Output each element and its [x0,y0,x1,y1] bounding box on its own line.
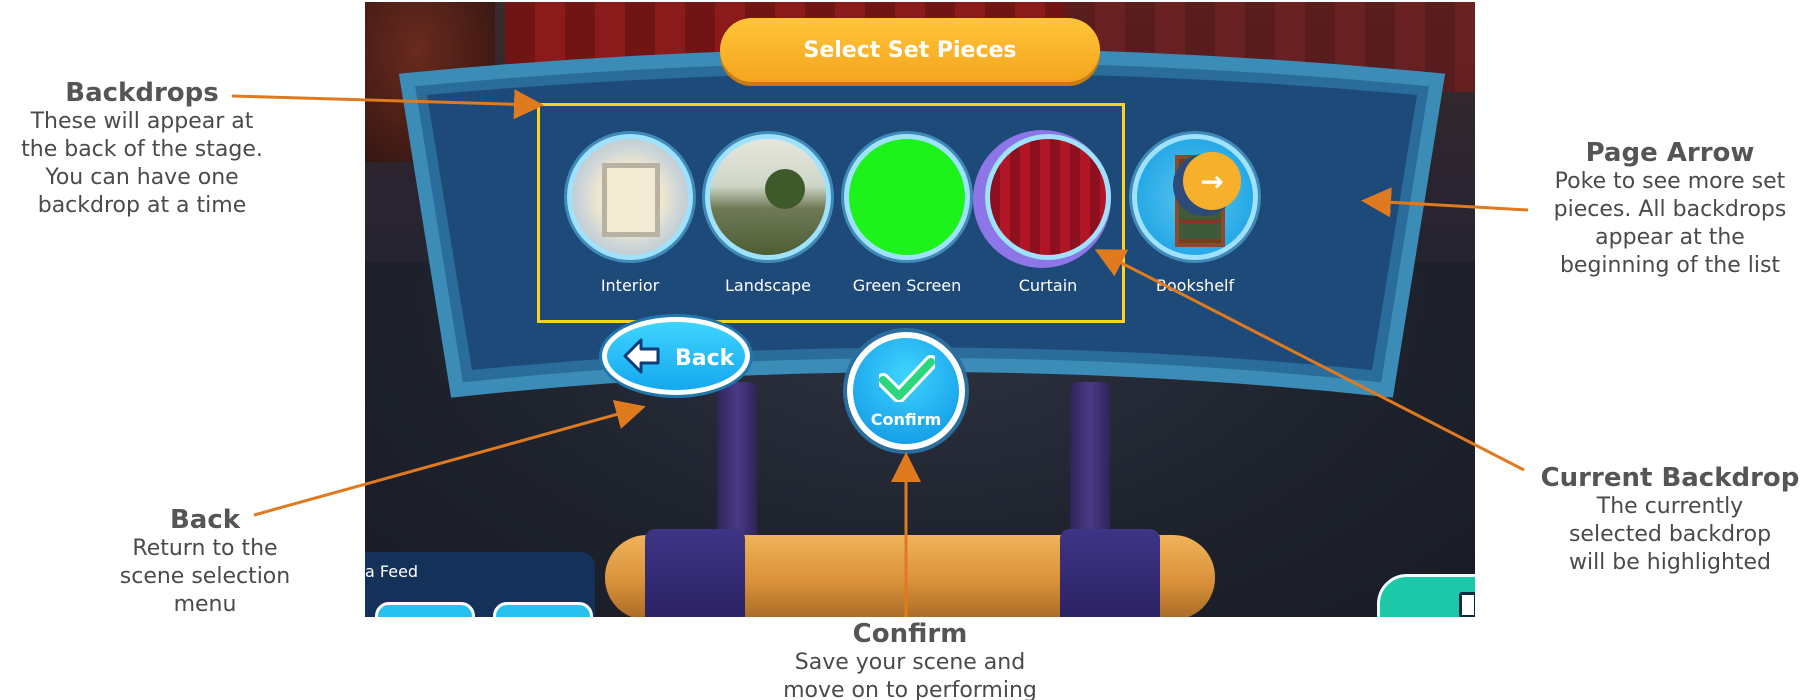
annotation-title: Backdrops [65,78,219,108]
annotation-confirm: Confirm Save your scene and move on to p… [770,619,1050,700]
annotation-line: Return to the [132,536,278,561]
annotation-line: move on to performing [783,678,1037,700]
annotation-line: the back of the stage. [21,137,263,162]
annotation-title: Page Arrow [1585,138,1755,168]
annotation-line: pieces. All backdrops [1553,197,1787,222]
annotation-line: appear at the [1595,225,1745,250]
arrow-current-backdrop [1094,249,1525,472]
annotation-current-backdrop: Current Backdrop The currently selected … [1530,463,1810,577]
annotation-title: Current Backdrop [1540,463,1800,493]
annotation-line: Poke to see more set [1554,169,1786,194]
arrow-back [253,399,646,517]
annotation-backdrops: Backdrops These will appear at the back … [4,78,280,220]
annotation-line: These will appear at [30,109,254,134]
annotation-line: selected backdrop [1568,522,1772,547]
annotation-back: Back Return to the scene selection menu [80,505,330,619]
annotation-line: beginning of the list [1559,253,1781,278]
annotation-title: Back [169,505,241,535]
annotation-line: backdrop at a time [37,193,247,218]
annotation-line: You can have one [45,165,239,190]
annotation-line: Save your scene and [794,650,1026,675]
annotation-line: will be highlighted [1568,550,1772,575]
annotation-line: The currently [1596,494,1744,519]
annotation-line: scene selection [119,564,291,589]
annotation-title: Confirm [852,619,968,649]
annotation-page-arrow: Page Arrow Poke to see more set pieces. … [1530,138,1810,280]
annotation-line: menu [173,592,237,617]
arrow-page [1361,187,1529,218]
